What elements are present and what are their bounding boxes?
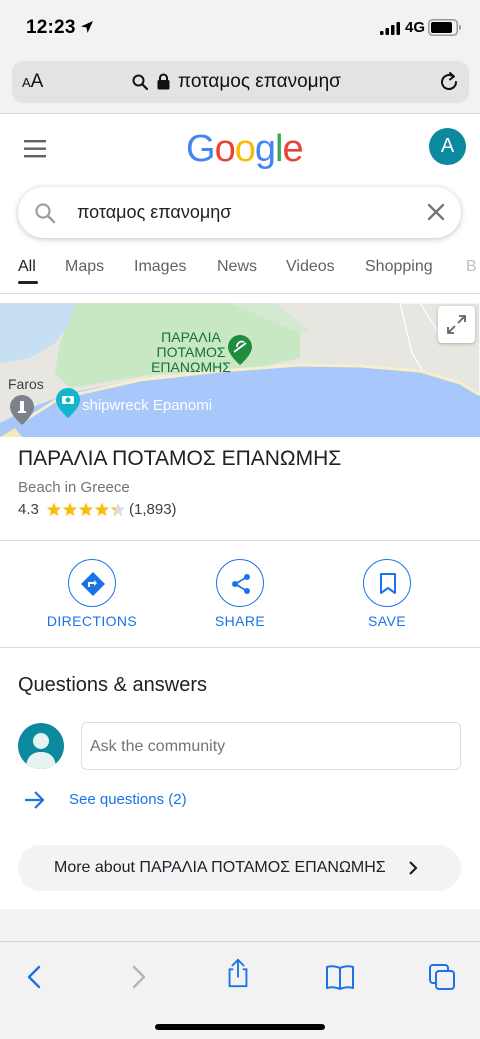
tab-news[interactable]: News (217, 258, 257, 276)
tab-videos[interactable]: Videos (286, 258, 335, 276)
google-logo[interactable]: Google (186, 128, 304, 171)
expand-icon (447, 315, 466, 334)
see-questions-link[interactable]: See questions (2) (24, 788, 244, 812)
home-indicator (155, 1024, 325, 1030)
star-rating-icon (46, 502, 126, 517)
faros-label: Faros (8, 376, 44, 392)
safari-address-area: AA ποταμος επανομησ (0, 58, 480, 114)
search-icon (132, 74, 148, 90)
lock-icon (157, 73, 170, 90)
network-type: 4G (405, 19, 426, 36)
text-size-button[interactable]: AA (22, 71, 43, 93)
save-circle (363, 559, 411, 607)
lighthouse-pin-icon[interactable] (10, 395, 34, 425)
google-logo-letter: e (282, 128, 303, 170)
divider (0, 647, 480, 648)
url-text: ποταμος επανομησ (178, 71, 341, 92)
location-arrow-icon (81, 21, 93, 33)
map-preview[interactable]: ΠΑΡΑΛΙΑ ΠΟΤΑΜΟΣ ΕΠΑΝΩΜΗΣ Faros shipwreck… (0, 303, 480, 437)
back-icon[interactable] (20, 962, 50, 992)
star-icon (110, 502, 126, 517)
share-circle (216, 559, 264, 607)
search-tabs: All Maps Images News Videos Shopping B (0, 248, 480, 294)
search-icon[interactable] (34, 202, 56, 224)
tab-all[interactable]: All (18, 258, 36, 276)
rating-value: 4.3 (18, 501, 39, 518)
chevron-right-icon (409, 861, 418, 875)
person-icon (26, 733, 56, 769)
ask-community-input[interactable]: Ask the community (81, 722, 461, 770)
forward-icon[interactable] (123, 962, 153, 992)
shipwreck-pin-icon[interactable] (56, 388, 80, 418)
safari-toolbar (0, 941, 480, 1039)
tab-images[interactable]: Images (134, 258, 186, 276)
user-avatar (18, 723, 64, 769)
more-about-button[interactable]: More about ΠΑΡΑΛΙΑ ΠΟΤΑΜΟΣ ΕΠΑΝΩΜΗΣ (18, 845, 461, 891)
save-button[interactable]: SAVE (337, 559, 437, 634)
clear-icon[interactable] (426, 202, 446, 222)
star-icon (94, 502, 110, 517)
place-title: ΠΑΡΑΛΙΑ ΠΟΤΑΜΟΣ ΕΠΑΝΩΜΗΣ (18, 447, 342, 470)
tab-maps[interactable]: Maps (65, 258, 104, 276)
directions-circle (68, 559, 116, 607)
star-icon (46, 502, 62, 517)
status-time: 12:23 (26, 17, 76, 38)
google-logo-letter: G (186, 128, 216, 170)
star-icon (62, 502, 78, 517)
arrow-right-icon (25, 791, 45, 809)
bookmark-icon (380, 573, 396, 594)
review-count: (1,893) (129, 501, 177, 518)
map-place-label: ΠΑΡΑΛΙΑ ΠΟΤΑΜΟΣ ΕΠΑΝΩΜΗΣ (151, 329, 231, 375)
account-avatar[interactable]: A (429, 128, 466, 165)
search-box[interactable]: ποταμος επανομησ (18, 187, 461, 238)
address-bar[interactable]: AA ποταμος επανομησ (12, 61, 469, 103)
place-type: Beach in Greece (18, 479, 130, 496)
share-sheet-icon[interactable] (223, 958, 253, 988)
tabs-icon[interactable] (427, 962, 457, 992)
share-icon (232, 574, 250, 594)
tab-shopping[interactable]: Shopping (365, 258, 433, 276)
see-questions-text: See questions (2) (69, 791, 187, 808)
more-about-text: More about ΠΑΡΑΛΙΑ ΠΟΤΑΜΟΣ ΕΠΑΝΩΜΗΣ (54, 859, 386, 876)
google-logo-letter: o (234, 128, 256, 170)
share-label: SHARE (214, 613, 266, 629)
google-logo-letter: o (214, 128, 236, 170)
save-label: SAVE (368, 613, 406, 629)
reload-icon[interactable] (438, 71, 460, 93)
hamburger-menu-icon[interactable] (24, 140, 46, 158)
section-gap (0, 909, 480, 941)
battery-icon (428, 19, 461, 36)
google-logo-letter: g (254, 128, 276, 170)
tab-books[interactable]: B (466, 258, 477, 276)
star-icon (78, 502, 94, 517)
beach-pin-icon[interactable] (228, 335, 252, 365)
qa-title: Questions & answers (18, 674, 207, 696)
shipwreck-label: shipwreck Epanomi (82, 397, 213, 414)
search-query[interactable]: ποταμος επανομησ (77, 202, 231, 223)
directions-icon (81, 572, 105, 596)
divider (0, 540, 480, 541)
expand-map-button[interactable] (438, 306, 475, 343)
directions-label: DIRECTIONS (46, 613, 138, 629)
share-button[interactable]: SHARE (190, 559, 290, 634)
directions-button[interactable]: DIRECTIONS (42, 559, 142, 634)
status-bar: 12:23 4G (0, 0, 480, 58)
google-header: Google A (0, 114, 480, 184)
bookmarks-icon[interactable] (325, 962, 355, 992)
ask-placeholder: Ask the community (90, 738, 226, 755)
cellular-signal-icon (380, 22, 400, 35)
active-tab-indicator (18, 281, 38, 284)
